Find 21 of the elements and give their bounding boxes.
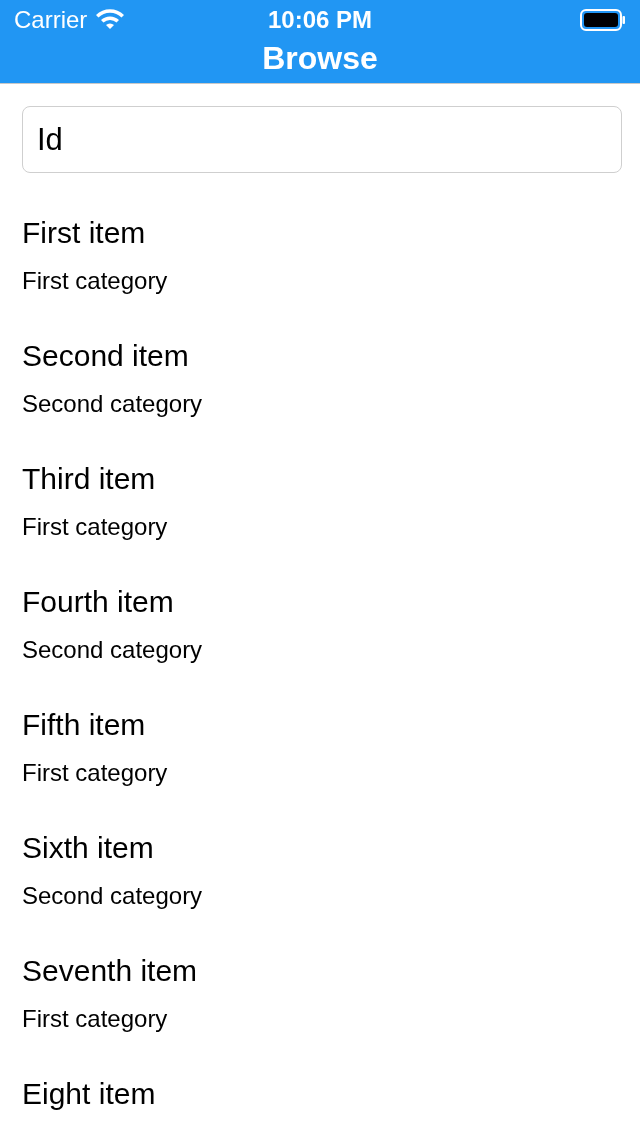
item-title[interactable]: Second item: [22, 326, 622, 386]
item-category: Second category: [22, 635, 204, 665]
item-title[interactable]: First item: [22, 203, 622, 263]
item-category: First category: [22, 266, 169, 296]
item-category: Second category: [22, 389, 204, 419]
wifi-icon: [95, 9, 126, 31]
item-category: First category: [22, 512, 169, 542]
item-title[interactable]: Fifth item: [22, 695, 622, 755]
status-time: 10:06 PM: [267, 6, 373, 34]
battery-icon: [580, 9, 626, 31]
page-title: Browse: [262, 40, 378, 77]
item-title[interactable]: Seventh item: [22, 941, 622, 1001]
item-category: First category: [22, 1004, 169, 1034]
item-category: Second category: [22, 881, 204, 911]
carrier-label: Carrier: [14, 6, 88, 34]
item-category: First category: [22, 758, 169, 788]
item-title[interactable]: Sixth item: [22, 818, 622, 878]
item-title[interactable]: Eight item: [22, 1064, 622, 1124]
search-field[interactable]: Id: [22, 106, 622, 173]
item-title[interactable]: Fourth item: [22, 572, 622, 632]
item-title[interactable]: Third item: [22, 449, 622, 509]
